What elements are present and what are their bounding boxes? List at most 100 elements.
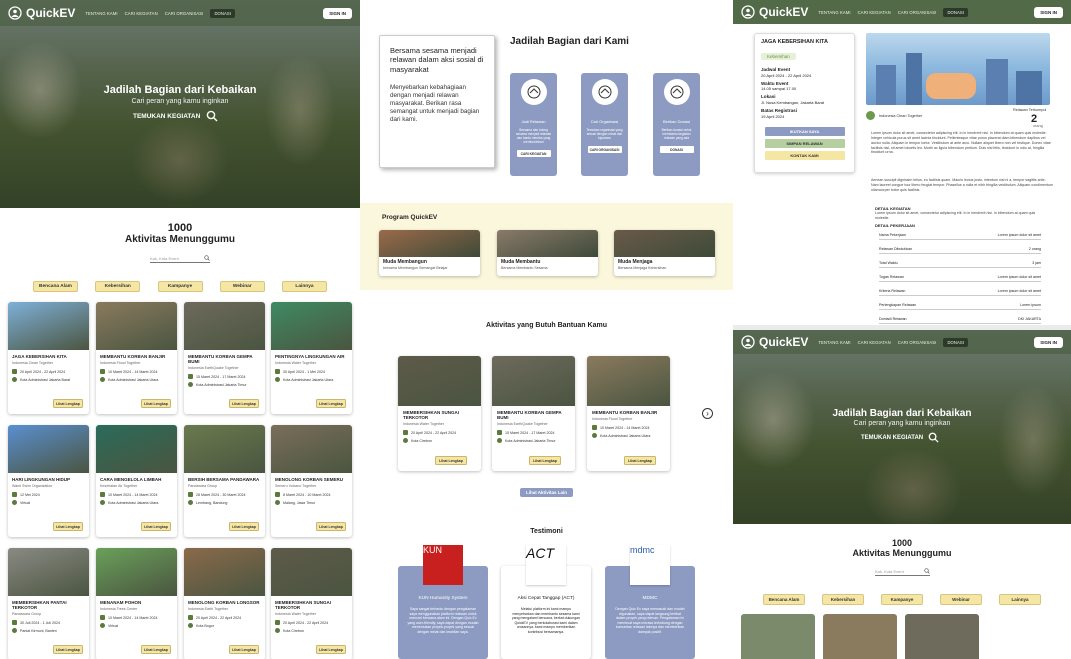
view-details-button[interactable]: Lihat Lengkap [229,522,259,531]
category-webinar[interactable]: Webinar [940,594,982,605]
nav-find-org[interactable]: CARI ORGANISASI [165,11,204,16]
view-details-button[interactable]: Lihat Lengkap [141,522,171,531]
view-details-button[interactable]: Lihat Lengkap [53,399,83,408]
activity-card[interactable]: CARA MENGELOLA LIMBAH Kesehatan Air Toget… [96,425,177,537]
nav-about[interactable]: TENTANG KAMI [85,11,117,16]
activity-card[interactable]: MENOLONG KORBAN LONGSOR Indonesia Earth T… [184,548,265,659]
view-details-button[interactable]: Lihat Lengkap [316,645,346,654]
nav-find-activity[interactable]: CARI KEGIATAN [858,340,891,345]
program-card[interactable]: Muda Membantu Bersama Membantu Sesama [497,230,598,276]
view-details-button[interactable]: Lihat Lengkap [229,645,259,654]
category-campaign[interactable]: Kampanye [881,594,923,605]
brand-logo[interactable]: QuickEV [741,335,808,349]
view-details-button[interactable]: Lihat Lengkap [141,399,171,408]
activity-card[interactable]: MEMBANTU KORBAN GEMPA BUMI Indonesia Eart… [184,302,265,414]
view-details-button[interactable]: Lihat Lengkap [316,522,346,531]
category-other[interactable]: Lainnya [282,281,327,292]
view-details-button[interactable]: Lihat Lengkap [53,645,83,654]
activity-image [398,356,481,406]
activity-card[interactable]: MEMBANTU KORBAN BANJIR Indonesia Flood To… [587,356,670,471]
view-details-button[interactable]: Lihat Lengkap [316,399,346,408]
activity-image [184,548,265,596]
category-cleanliness[interactable]: Kebersihan [822,594,864,605]
activity-card[interactable]: MEMBERSIHKAN SUNGAI TERKOTOR Indonesia Wa… [271,548,352,659]
nav-donate[interactable]: DONASI [943,7,969,17]
view-details-button[interactable]: Lihat Lengkap [53,522,83,531]
card-preview[interactable] [823,614,897,659]
activity-card[interactable]: BERSIH BERSAMA PANDAWARA Pandawara Group 2… [184,425,265,537]
find-activity-button[interactable]: TEMUKAN KEGIATAN [861,432,939,443]
detail-text: Lorem ipsum dolor sit amet, consectetur … [875,211,1036,220]
role-button[interactable]: DONASI [659,146,694,153]
activity-card[interactable]: MENOLONG KORBAN SEMERU Semeru Volcano Tog… [271,425,352,537]
category-other[interactable]: Lainnya [999,594,1041,605]
job-row-label: Total Waktu [879,261,898,265]
role-button[interactable]: CARI ORGANISASI [587,146,622,153]
nav-about[interactable]: TENTANG KAMI [818,340,850,345]
role-card[interactable]: Jadi Relawan Bersama dan tolong sesama me… [510,73,557,176]
view-details-button[interactable]: Lihat Lengkap [229,399,259,408]
nav-find-activity[interactable]: CARI KEGIATAN [858,10,891,15]
view-details-button[interactable]: Lihat Lengkap [529,456,561,465]
calendar-icon [100,492,105,498]
category-campaign[interactable]: Kampanye [157,281,203,292]
hero-image [733,330,1071,524]
testimonial-text: Saya sangat terbantu dengan pengalaman s… [407,607,479,634]
activity-card[interactable]: MENANAM POHON Indonesia Trees Center 10 Ma… [96,548,177,659]
activity-card[interactable]: MEMBERSIHKAN SUNGAI TERKOTOR Indonesia Wa… [398,356,481,471]
signin-button[interactable]: SIGN IN [1034,336,1063,348]
job-row: Relawan Dibutuhkan 2 orang [879,244,1041,254]
nav-find-org[interactable]: CARI ORGANISASI [898,340,937,345]
program-desc: Bersama Membantu Sesama [501,266,548,270]
category-disaster[interactable]: Bencana Alam [763,594,805,605]
activity-card[interactable]: PENTINGNYA LINGKUNGAN AIR Indonesia Water… [271,302,352,414]
category-cleanliness[interactable]: Kebersihan [95,281,141,292]
activity-location: Pantai Kirmoni, Banten [20,628,57,633]
program-card[interactable]: Muda Membangun bersama Membangun Semangat… [379,230,480,276]
view-details-button[interactable]: Lihat Lengkap [435,456,467,465]
activity-date: 30 Juli 2024 - 1 Juli 2024 [20,620,60,625]
activity-card[interactable]: HARI LINGKUNGAN HIDUP Wanit Swim Organiza… [8,425,89,537]
brand-logo[interactable]: QuickEV [741,5,808,19]
signin-button[interactable]: SIGN IN [1034,6,1063,18]
activity-title: BERSIH BERSAMA PANDAWARA [188,477,260,482]
calendar-icon [592,425,597,431]
nav-donate[interactable]: DONASI [210,8,236,18]
card-preview[interactable] [905,614,979,659]
category-webinar[interactable]: Webinar [219,281,265,292]
activity-label: Aktivitas Menunggumu [852,548,952,558]
contact-button[interactable]: KONTAK KAMI [764,150,845,160]
activity-image [271,425,352,473]
role-card[interactable]: Berikan Donasi Berikan donasi untuk memba… [653,73,700,176]
signin-button[interactable]: SIGN IN [323,7,352,19]
search-input[interactable]: Kak, Kota Event [150,255,210,263]
activity-date: 30 April 2024 - 1 Mei 2024 [283,369,325,374]
role-button[interactable]: CARI KEGIATAN [516,150,551,157]
nav-donate[interactable]: DONASI [943,337,969,347]
activity-card[interactable]: MEMBERSIHKAN PANTAI TERKOTOR Pandawara Gr… [8,548,89,659]
next-arrow-icon[interactable]: › [702,408,713,419]
card-preview[interactable] [741,614,815,659]
program-card[interactable]: Muda Menjaga Bersama Menjaga Kebersihan [614,230,715,276]
home-panel-2: QuickEV TENTANG KAMI CARI KEGIATAN CARI … [733,330,1071,659]
view-details-button[interactable]: Lihat Lengkap [624,456,656,465]
job-row-value: Lorem ipsum dolor sit amet [997,275,1041,279]
category-disaster[interactable]: Bencana Alam [33,281,78,292]
brand-logo[interactable]: QuickEV [8,6,75,20]
view-details-button[interactable]: Lihat Lengkap [141,645,171,654]
find-activity-button[interactable]: TEMUKAN KEGIATAN [133,110,218,122]
calendar-icon [100,369,105,375]
nav-find-org[interactable]: CARI ORGANISASI [898,10,937,15]
save-button[interactable]: SIMPAN RELAWAN [764,138,845,148]
role-card[interactable]: Cari Organisasi Temukan organisasi yang s… [581,73,628,176]
activity-title: CARA MENGELOLA LIMBAH [100,477,162,482]
nav-find-activity[interactable]: CARI KEGIATAN [125,11,158,16]
activity-card[interactable]: MEMBANTU KORBAN GEMPA BUMI Indonesia Eart… [492,356,575,471]
more-activities-button[interactable]: Lihat Aktivitas Lain [520,488,573,497]
activity-card[interactable]: MEMBANTU KORBAN BANJIR Indonesia Flood To… [96,302,177,414]
search-input[interactable]: Kak, Kota Event [875,568,930,576]
activity-card[interactable]: JAGA KEBERSIHAN KITA Indonesia Clean Toge… [8,302,89,414]
join-button[interactable]: IKUTKAN SAYA [764,126,845,136]
nav-about[interactable]: TENTANG KAMI [818,10,850,15]
org-name: Indonesia Clean Together [879,114,923,118]
